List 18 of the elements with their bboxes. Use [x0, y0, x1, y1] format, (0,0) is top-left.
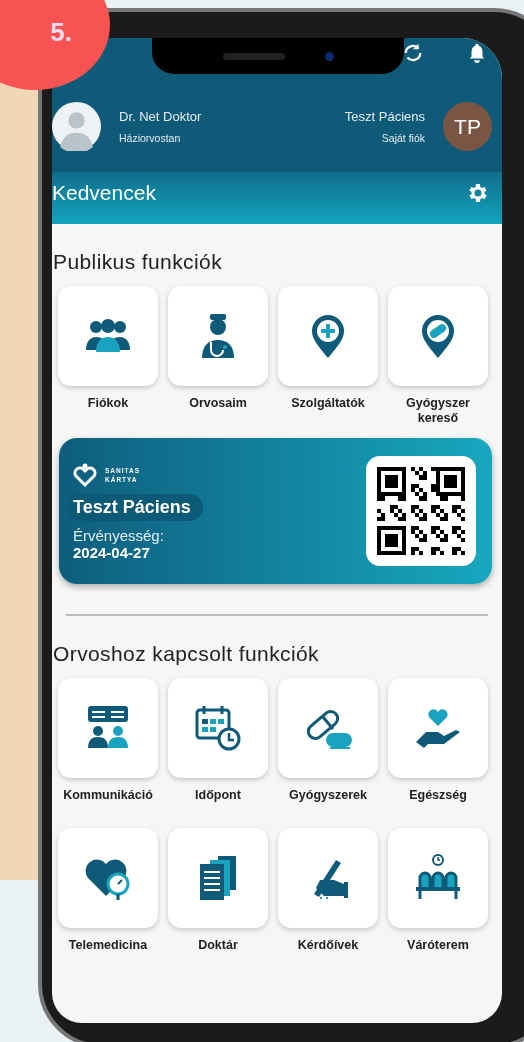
- heart-logo-icon: [73, 461, 97, 488]
- section-title: Orvoshoz kapcsolt funkciók: [53, 642, 320, 666]
- patient-name: Teszt Páciens: [344, 109, 425, 124]
- calendar-clock-icon: [194, 704, 242, 752]
- patient-avatar[interactable]: TP: [443, 102, 492, 151]
- validity-label: Érvényesség:: [73, 526, 164, 544]
- step-badge: 5.: [0, 0, 110, 90]
- account-link[interactable]: Saját fiók: [381, 132, 425, 144]
- doctor-specialty: Háziorvostan: [119, 132, 182, 144]
- doctor-avatar[interactable]: [52, 102, 101, 151]
- validity-date: 2024-04-27: [73, 543, 150, 561]
- qr-code-icon: [377, 467, 465, 555]
- section-title: Publikus funkciók: [53, 250, 224, 274]
- doctor-name: Dr. Net Doktor: [119, 109, 202, 124]
- sync-icon[interactable]: [402, 42, 424, 64]
- waiting-seats-icon: [414, 854, 462, 902]
- cardholder-name: Teszt Páciens: [67, 493, 203, 521]
- favorites-title: Kedvencek: [52, 181, 156, 205]
